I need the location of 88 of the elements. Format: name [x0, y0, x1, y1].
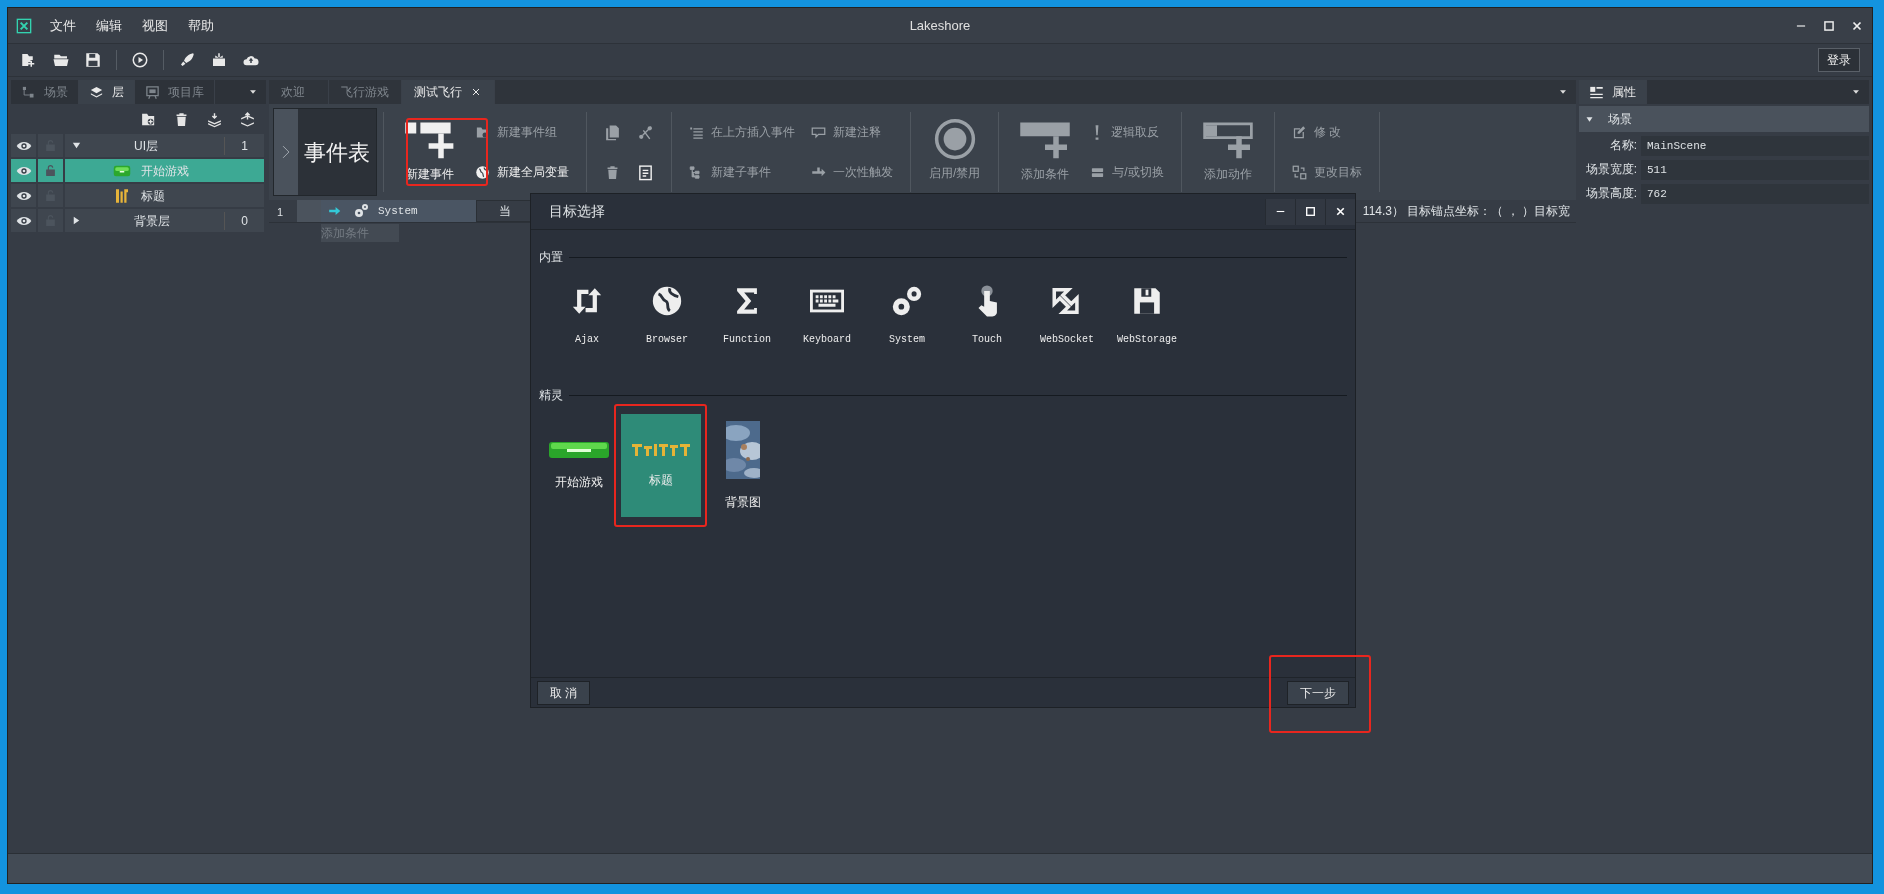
object-option[interactable]: Touch — [947, 280, 1027, 376]
title-thumbnail-icon — [113, 186, 131, 205]
menu-item[interactable]: 编辑 — [86, 15, 132, 36]
lock-toggle[interactable] — [38, 159, 63, 182]
object-option[interactable]: Browser — [627, 280, 707, 376]
property-value[interactable]: 511 — [1641, 160, 1869, 180]
property-label: 名称: — [1608, 137, 1637, 154]
visibility-toggle[interactable] — [11, 209, 36, 232]
row-gutter — [297, 200, 321, 222]
window-title: Lakeshore — [909, 17, 971, 33]
sprite-option[interactable]: 开始游戏 — [539, 414, 619, 517]
layer-name: 标题 — [141, 187, 165, 205]
menu-item[interactable]: 视图 — [132, 15, 178, 36]
button-thumbnail-icon — [549, 440, 609, 459]
property-value[interactable]: 762 — [1641, 184, 1869, 204]
unlocked-padlock-icon — [44, 164, 57, 177]
lock-toggle[interactable] — [38, 209, 63, 232]
next-button[interactable]: 下一步 — [1287, 680, 1349, 705]
triangle-down-icon[interactable] — [71, 140, 82, 151]
globe-icon — [475, 164, 490, 180]
cancel-button[interactable]: 取 消 — [537, 680, 591, 705]
close-icon[interactable] — [470, 86, 482, 98]
property-value[interactable]: MainScene — [1641, 136, 1869, 156]
object-option[interactable]: WebSocket — [1027, 280, 1107, 376]
visibility-toggle[interactable] — [11, 159, 36, 182]
lock-toggle[interactable] — [38, 134, 63, 157]
move-up-icon[interactable] — [239, 110, 256, 128]
visibility-toggle[interactable] — [11, 184, 36, 207]
panel-tab[interactable]: 属性 — [1579, 80, 1647, 104]
object-option[interactable]: Function — [707, 280, 787, 376]
scissors-icon — [637, 123, 654, 141]
play-circle-icon[interactable] — [131, 51, 149, 69]
ribbon-button[interactable]: 新建全局变量 — [472, 161, 572, 183]
sprite-option[interactable]: 背景图 — [703, 414, 783, 517]
panel-tab[interactable]: 层 — [79, 80, 135, 104]
node-graph-icon — [21, 84, 36, 100]
object-option[interactable]: Keyboard — [787, 280, 867, 376]
object-option[interactable]: System — [867, 280, 947, 376]
ribbon-button[interactable]: 新建事件 — [398, 117, 462, 187]
dialog-title: 目标选择 — [549, 202, 605, 221]
property-label: 场景宽度: — [1584, 161, 1637, 178]
swap-icon — [1291, 164, 1307, 180]
box-icon[interactable] — [210, 51, 228, 69]
property-label: 场景高度: — [1584, 185, 1637, 202]
login-button[interactable]: 登录 — [1818, 48, 1860, 72]
close-icon[interactable] — [1334, 205, 1347, 218]
gears-icon — [890, 284, 924, 318]
visibility-toggle[interactable] — [11, 134, 36, 157]
layer-name: 开始游戏 — [141, 162, 189, 180]
layers-icon — [89, 84, 104, 100]
layer-count: 1 — [224, 136, 264, 155]
layer-count: 0 — [224, 211, 264, 230]
maximize-icon[interactable] — [1822, 18, 1836, 33]
clipboard-icon — [637, 163, 654, 181]
move-down-icon[interactable] — [206, 110, 223, 128]
exclamation-icon — [1095, 124, 1100, 140]
panel-tab[interactable]: 项目库 — [135, 80, 215, 104]
section-title: 精灵 — [539, 387, 563, 404]
document-tab[interactable]: 测试飞行 — [402, 80, 495, 104]
menu-item[interactable]: 帮助 — [178, 15, 224, 36]
section-header[interactable]: 场景 — [1579, 106, 1869, 132]
object-option[interactable]: WebStorage — [1107, 280, 1187, 376]
maximize-icon[interactable] — [1304, 205, 1317, 218]
board-icon — [145, 84, 160, 100]
layer-row[interactable]: 背景层 0 — [65, 209, 264, 232]
section-title: 内置 — [539, 249, 563, 266]
expand-handle[interactable] — [274, 109, 298, 195]
edit-icon — [1291, 124, 1307, 140]
copy-icon — [604, 123, 621, 141]
gears-icon — [352, 203, 370, 219]
action-text: 114.3） 目标锚点坐标：（ ， ）目标宽 — [1362, 203, 1571, 220]
layer-row[interactable]: 标题 — [65, 184, 264, 207]
layer-name: UI层 — [134, 137, 158, 155]
layer-name: 背景层 — [134, 212, 170, 230]
globe-icon — [650, 284, 684, 318]
row-number: 1 — [276, 205, 285, 220]
layer-row[interactable]: UI层 1 — [65, 134, 264, 157]
sprite-option[interactable]: 标题 — [621, 414, 701, 517]
object-option[interactable]: Ajax — [547, 280, 627, 376]
triangle-right-icon[interactable] — [71, 215, 82, 226]
comment-icon — [811, 124, 826, 140]
ribbon-title: 事件表 — [303, 138, 371, 167]
menu-item[interactable]: 文件 — [40, 15, 86, 36]
app-logo-icon — [16, 17, 32, 34]
record-icon — [933, 118, 976, 160]
event-object[interactable]: System — [321, 200, 476, 222]
lock-toggle[interactable] — [38, 184, 63, 207]
properties-icon — [1589, 84, 1604, 100]
